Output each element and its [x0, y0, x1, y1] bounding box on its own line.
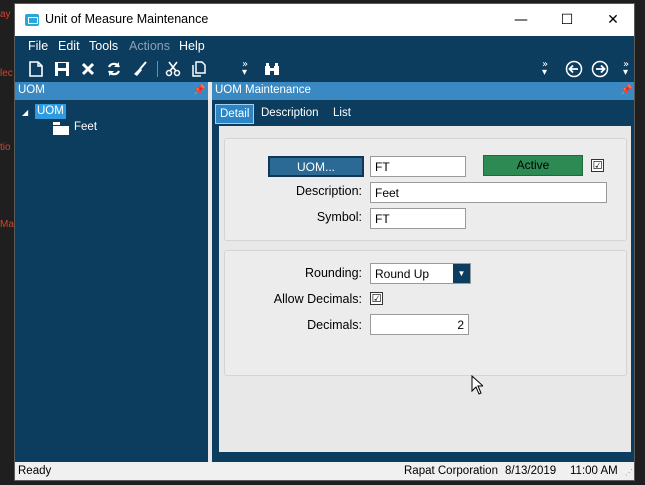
tree-node-feet[interactable]: Feet — [74, 121, 97, 133]
tab-detail[interactable]: Detail — [215, 104, 255, 124]
save-icon[interactable] — [52, 59, 72, 79]
panel-title: UOM Maintenance — [215, 84, 311, 96]
copy-icon[interactable] — [189, 59, 209, 79]
decimals-label: Decimals: — [307, 318, 362, 332]
status-bar: Ready Rapat Corporation 8/13/2019 11:00 … — [15, 462, 634, 480]
refresh-icon[interactable] — [104, 59, 124, 79]
find-binoculars-icon[interactable] — [262, 59, 282, 79]
title-bar[interactable]: Unit of Measure Maintenance — ☐ ✕ — [15, 4, 634, 36]
uom-code-field[interactable]: FT — [370, 156, 466, 177]
status-message: Ready — [18, 465, 52, 477]
mouse-cursor-icon — [471, 375, 483, 395]
menu-actions[interactable]: Actions — [129, 39, 170, 53]
background-right-edge — [635, 0, 645, 485]
decimals-field[interactable]: 2 — [370, 314, 469, 335]
overflow-chevron-icon[interactable]: » ▾ — [235, 59, 255, 79]
description-field[interactable]: Feet — [370, 182, 607, 203]
tab-strip: Detail Description List — [212, 100, 634, 126]
pin-icon[interactable]: 📌 — [193, 85, 205, 96]
resize-grip-icon[interactable]: ⋰ — [625, 468, 633, 477]
detail-content: UOM... FT Active ☑ Description: Feet Sym… — [219, 126, 631, 452]
rounding-select[interactable]: Round Up ▼ — [370, 263, 471, 284]
new-icon[interactable] — [26, 59, 46, 79]
active-status-badge: Active — [483, 155, 583, 176]
allow-decimals-checkbox[interactable]: ☑ — [370, 292, 383, 305]
uom-maintenance-panel-header: UOM Maintenance 📌 — [212, 82, 634, 100]
toolbar: » ▾ » ▾ » ▾ — [15, 56, 634, 82]
menu-edit[interactable]: Edit — [58, 39, 80, 53]
close-button[interactable]: ✕ — [590, 4, 636, 36]
toolbar-separator — [157, 61, 158, 77]
clear-icon[interactable] — [130, 59, 150, 79]
background-text-fragment: ay — [0, 9, 11, 20]
background-bottom-edge — [0, 481, 645, 485]
symbol-field[interactable]: FT — [370, 208, 466, 229]
tree-expand-caret-icon[interactable]: ◢ — [22, 108, 28, 117]
background-window-edge: ay lec tio Ma — [0, 0, 14, 485]
maximize-button[interactable]: ☐ — [544, 4, 590, 36]
background-text-fragment: tio — [0, 142, 11, 153]
background-text-fragment: lec — [0, 68, 13, 79]
allow-decimals-label: Allow Decimals: — [273, 292, 362, 306]
rounding-group: Rounding: Round Up ▼ Allow Decimals: ☑ D… — [224, 250, 627, 376]
delete-icon[interactable] — [78, 59, 98, 79]
minimize-button[interactable]: — — [498, 4, 544, 36]
overflow-chevron-icon[interactable]: » ▾ — [535, 59, 555, 79]
menu-bar: File Edit Tools Actions Help — [15, 36, 634, 56]
uom-maintenance-window: Unit of Measure Maintenance — ☐ ✕ File E… — [14, 3, 635, 481]
panel-title: UOM — [18, 84, 45, 96]
menu-file[interactable]: File — [28, 39, 48, 53]
uom-tree-panel-header: UOM 📌 — [15, 82, 208, 100]
tab-list[interactable]: List — [329, 104, 355, 124]
status-time: 11:00 AM — [570, 465, 618, 477]
rounding-label: Rounding: — [305, 266, 362, 280]
active-checkbox[interactable]: ☑ — [591, 159, 604, 172]
pin-icon[interactable]: 📌 — [620, 85, 632, 96]
status-company: Rapat Corporation — [404, 465, 498, 477]
overflow-chevron-icon[interactable]: » ▾ — [620, 59, 632, 79]
description-label: Description: — [296, 184, 362, 198]
uom-maintenance-panel: UOM Maintenance 📌 Detail Description Lis… — [212, 82, 634, 462]
folder-icon — [53, 122, 69, 135]
cut-icon[interactable] — [163, 59, 183, 79]
uom-lookup-button[interactable]: UOM... — [268, 156, 364, 177]
tree-node-uom[interactable]: UOM — [35, 104, 66, 119]
screen: ay lec tio Ma Unit of Measure Maintenanc… — [0, 0, 645, 485]
forward-arrow-icon[interactable] — [590, 59, 610, 79]
menu-help[interactable]: Help — [179, 39, 205, 53]
uom-tree-panel: UOM 📌 ◢ UOM Feet — [15, 82, 208, 462]
back-arrow-icon[interactable] — [564, 59, 584, 79]
rounding-selected-value: Round Up — [375, 267, 430, 281]
app-icon — [25, 14, 39, 26]
tab-description[interactable]: Description — [257, 104, 323, 124]
general-group: UOM... FT Active ☑ Description: Feet Sym… — [224, 138, 627, 241]
background-text-fragment: Ma — [0, 219, 14, 230]
status-date: 8/13/2019 — [505, 465, 557, 477]
window-title: Unit of Measure Maintenance — [45, 12, 209, 26]
symbol-label: Symbol: — [316, 210, 362, 224]
chevron-down-icon[interactable]: ▼ — [453, 264, 470, 283]
menu-tools[interactable]: Tools — [89, 39, 118, 53]
